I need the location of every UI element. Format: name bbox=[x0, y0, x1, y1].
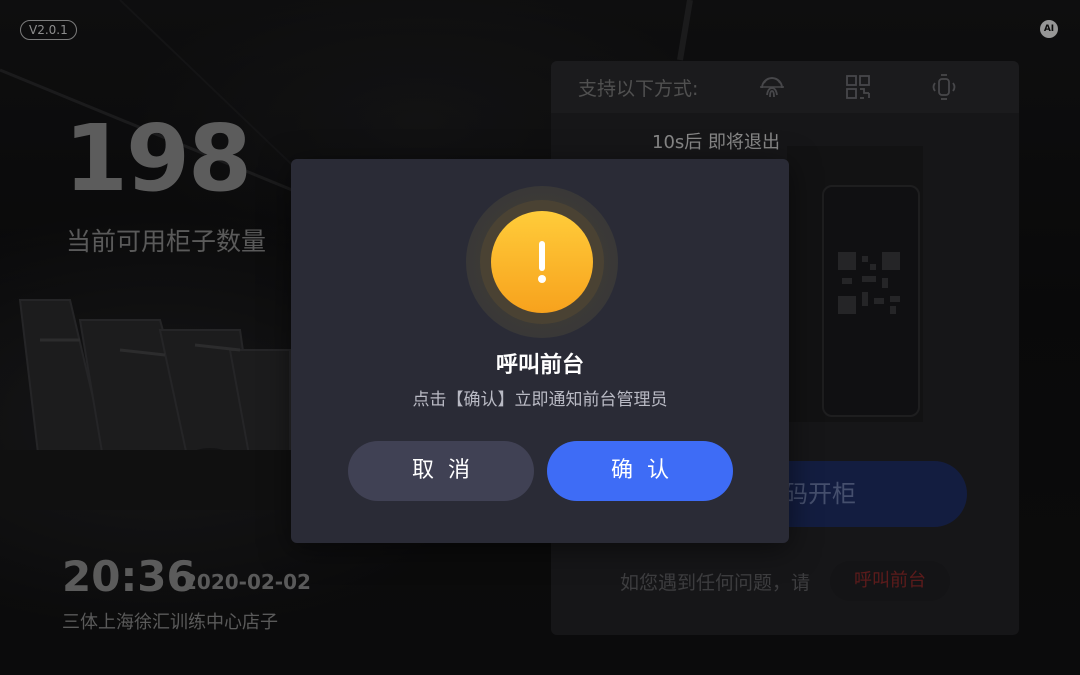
dialog-title: 呼叫前台 bbox=[495, 353, 584, 378]
confirm-button[interactable]: 确认 bbox=[547, 441, 733, 501]
warning-icon bbox=[491, 211, 593, 313]
cancel-button[interactable]: 取消 bbox=[348, 441, 534, 501]
dialog-message: 点击【确认】立即通知前台管理员 bbox=[412, 390, 668, 410]
call-front-desk-dialog: 呼叫前台 点击【确认】立即通知前台管理员 取消 确认 bbox=[291, 159, 789, 543]
